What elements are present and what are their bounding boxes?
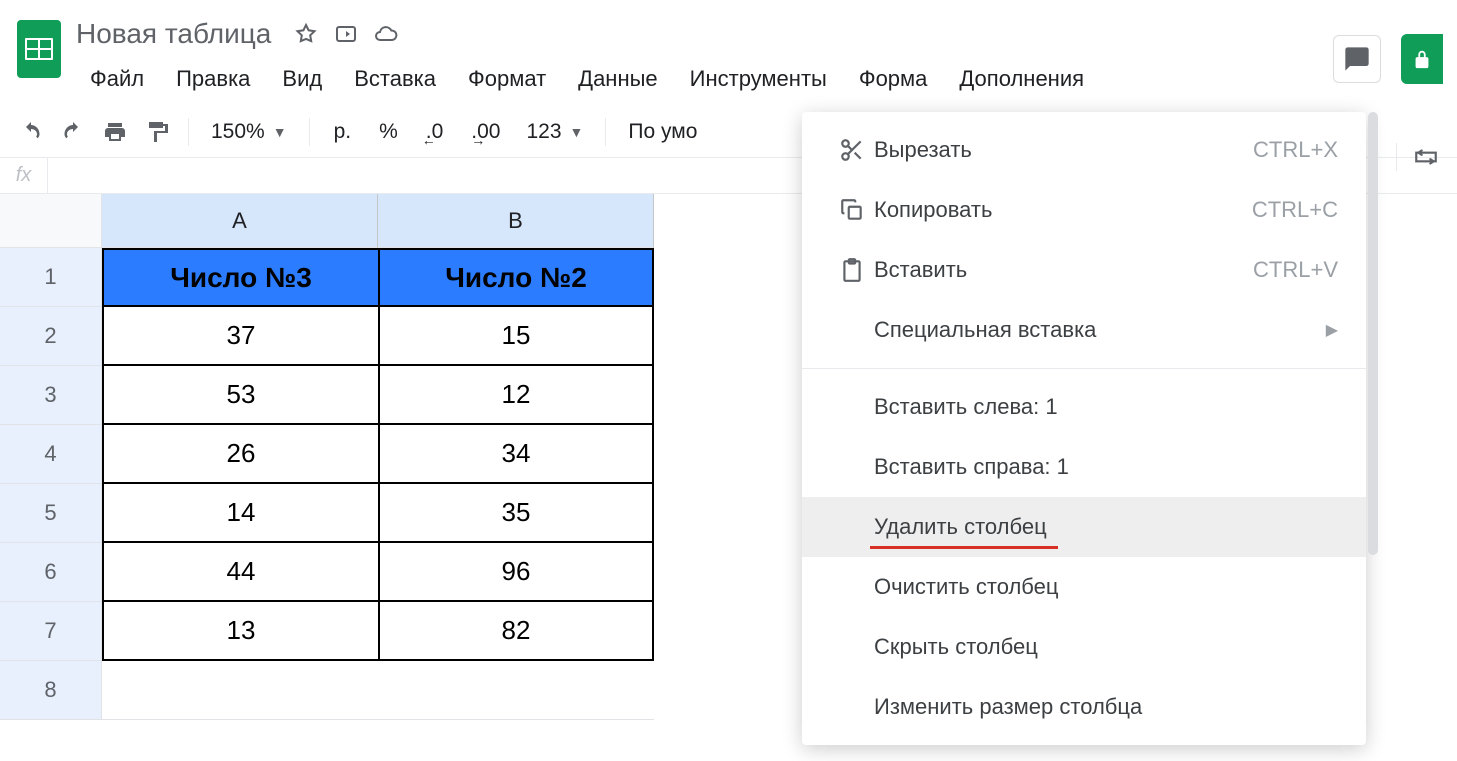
chevron-down-icon: ▼	[570, 124, 584, 140]
row-header[interactable]: 5	[0, 484, 102, 543]
zoom-selector[interactable]: 150% ▼	[203, 120, 295, 144]
chevron-down-icon: ▼	[273, 124, 287, 140]
arrow-right-icon: →	[471, 132, 485, 148]
cloud-icon[interactable]	[373, 21, 399, 47]
scrollbar-thumb[interactable]	[1368, 112, 1378, 555]
cell-a3[interactable]: 53	[102, 366, 378, 425]
ctx-shortcut: CTRL+X	[1253, 137, 1338, 163]
menu-addons[interactable]: Дополнения	[943, 62, 1100, 96]
arrow-left-icon: ←	[422, 132, 436, 148]
cell-a7[interactable]: 13	[102, 602, 378, 661]
cell-b2[interactable]: 15	[378, 307, 654, 366]
zoom-value: 150%	[211, 120, 265, 144]
cell-a5[interactable]: 14	[102, 484, 378, 543]
number-format-selector[interactable]: 123 ▼	[519, 120, 592, 144]
ctx-copy[interactable]: Копировать CTRL+C	[802, 180, 1366, 240]
sheets-logo[interactable]	[10, 14, 68, 84]
ctx-cut[interactable]: Вырезать CTRL+X	[802, 120, 1366, 180]
ctx-insert-right[interactable]: Вставить справа: 1	[802, 437, 1366, 497]
ctx-separator	[802, 368, 1366, 369]
cell-a4[interactable]: 26	[102, 425, 378, 484]
cell-b7[interactable]: 82	[378, 602, 654, 661]
copy-icon	[830, 197, 874, 223]
ctx-scrollbar[interactable]	[1366, 112, 1380, 745]
row-header[interactable]: 8	[0, 661, 102, 720]
ctx-resize-column[interactable]: Изменить размер столбца	[802, 677, 1366, 737]
currency-button[interactable]: р.	[324, 120, 362, 144]
paint-format-button[interactable]	[140, 115, 174, 149]
menu-data[interactable]: Данные	[562, 62, 673, 96]
red-underline	[870, 546, 1058, 549]
increase-decimal-button[interactable]: .00 →	[461, 120, 510, 144]
cell-a2[interactable]: 37	[102, 307, 378, 366]
menu-edit[interactable]: Правка	[160, 62, 266, 96]
menu-view[interactable]: Вид	[266, 62, 338, 96]
menu-insert[interactable]: Вставка	[338, 62, 452, 96]
print-button[interactable]	[98, 115, 132, 149]
scissors-icon	[830, 137, 874, 163]
ctx-clear-column[interactable]: Очистить столбец	[802, 557, 1366, 617]
menu-tools[interactable]: Инструменты	[674, 62, 843, 96]
ctx-paste-special[interactable]: Специальная вставка ▶	[802, 300, 1366, 360]
font-selector[interactable]: По умо	[620, 120, 705, 144]
cell-a1[interactable]: Число №3	[102, 248, 378, 307]
column-header-a[interactable]: A	[102, 194, 378, 248]
ctx-hide-column[interactable]: Скрыть столбец	[802, 617, 1366, 677]
decrease-decimal-button[interactable]: .0 ←	[416, 120, 454, 144]
ctx-paste[interactable]: Вставить CTRL+V	[802, 240, 1366, 300]
ctx-shortcut: CTRL+C	[1252, 197, 1338, 223]
document-title[interactable]: Новая таблица	[68, 14, 279, 54]
undo-button[interactable]	[14, 115, 48, 149]
cell-b3[interactable]: 12	[378, 366, 654, 425]
cell-a6[interactable]: 44	[102, 543, 378, 602]
share-lock-button[interactable]	[1401, 34, 1443, 84]
comments-button[interactable]	[1333, 35, 1381, 83]
ctx-insert-left[interactable]: Вставить слева: 1	[802, 377, 1366, 437]
redo-button[interactable]	[56, 115, 90, 149]
menu-format[interactable]: Формат	[452, 62, 562, 96]
cell-b1[interactable]: Число №2	[378, 248, 654, 307]
ctx-delete-column[interactable]: Удалить столбец	[802, 497, 1366, 557]
menu-file[interactable]: Файл	[74, 62, 160, 96]
select-all-corner[interactable]	[0, 194, 102, 248]
cell-b4[interactable]: 34	[378, 425, 654, 484]
expand-toolbar-button[interactable]	[1409, 140, 1443, 174]
row-header[interactable]: 1	[0, 248, 102, 307]
star-icon[interactable]	[293, 21, 319, 47]
row-header[interactable]: 4	[0, 425, 102, 484]
menu-form[interactable]: Форма	[843, 62, 944, 96]
clipboard-icon	[830, 257, 874, 283]
fx-label: fx	[0, 158, 48, 193]
row-header[interactable]: 3	[0, 366, 102, 425]
chevron-right-icon: ▶	[1326, 320, 1338, 340]
percent-button[interactable]: %	[369, 120, 408, 144]
row-header[interactable]: 2	[0, 307, 102, 366]
row-header[interactable]: 7	[0, 602, 102, 661]
column-header-b[interactable]: B	[378, 194, 654, 248]
cell-a8[interactable]	[102, 661, 378, 720]
row-header[interactable]: 6	[0, 543, 102, 602]
ctx-shortcut: CTRL+V	[1253, 257, 1338, 283]
cell-b6[interactable]: 96	[378, 543, 654, 602]
context-menu: Вырезать CTRL+X Копировать CTRL+C Встави…	[802, 112, 1366, 745]
cell-b8[interactable]	[378, 661, 654, 720]
cell-b5[interactable]: 35	[378, 484, 654, 543]
menu-bar: Файл Правка Вид Вставка Формат Данные Ин…	[68, 54, 1100, 106]
move-icon[interactable]	[333, 21, 359, 47]
